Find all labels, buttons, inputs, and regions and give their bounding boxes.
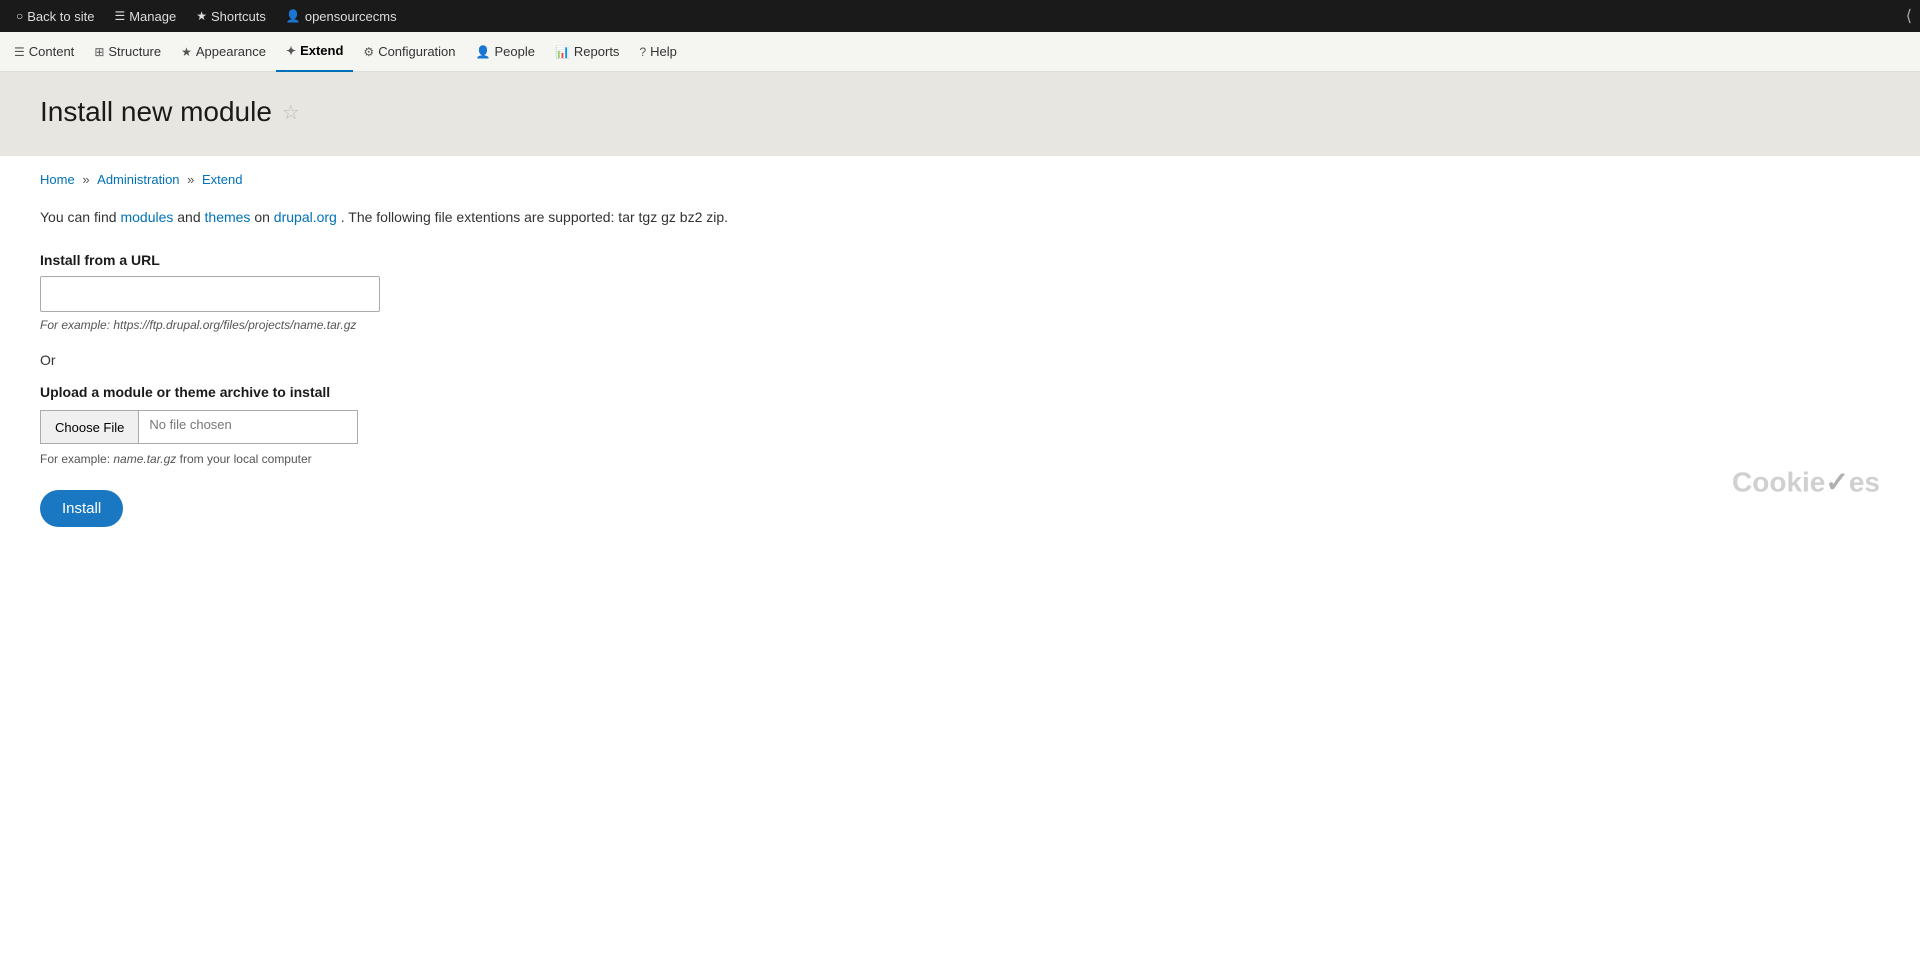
install-button[interactable]: Install — [40, 490, 123, 527]
nav-extend[interactable]: ✦ Extend — [276, 32, 353, 72]
page-title-text: Install new module — [40, 96, 272, 128]
page-header: Install new module ☆ — [0, 72, 1920, 156]
extend-icon: ✦ — [286, 44, 296, 58]
install-url-label: Install from a URL — [40, 252, 1880, 268]
url-example-text: For example: https://ftp.drupal.org/file… — [40, 318, 1880, 332]
file-example-suffix: from your local computer — [176, 452, 311, 466]
and-text: and — [177, 209, 204, 225]
nav-people[interactable]: 👤 People — [466, 32, 545, 72]
upload-section: Upload a module or theme archive to inst… — [40, 384, 1880, 466]
manage-btn[interactable]: ☰ Manage — [106, 5, 184, 28]
choose-file-button[interactable]: Choose File — [40, 410, 138, 444]
breadcrumb-extend[interactable]: Extend — [202, 172, 242, 187]
example-url: https://ftp.drupal.org/files/projects/na… — [113, 318, 356, 332]
file-input-row: Choose File No file chosen — [40, 410, 1880, 444]
shortcuts-label: Shortcuts — [211, 9, 266, 24]
breadcrumb: Home » Administration » Extend — [0, 156, 1920, 187]
shortcuts-icon: ★ — [196, 9, 207, 23]
drupal-link[interactable]: drupal.org — [274, 209, 337, 225]
home-icon: ○ — [16, 9, 23, 23]
configuration-icon: ⚙ — [363, 45, 374, 59]
breadcrumb-separator-1: » — [82, 172, 93, 187]
user-btn[interactable]: 👤 opensourcecms — [278, 5, 405, 28]
install-url-section: Install from a URL For example: https://… — [40, 252, 1880, 332]
nav-help[interactable]: ? Help — [629, 32, 686, 72]
nav-content[interactable]: ☰ Content — [4, 32, 84, 72]
on-text: on — [254, 209, 273, 225]
shortcuts-btn[interactable]: ★ Shortcuts — [188, 5, 274, 28]
nav-appearance[interactable]: ★ Appearance — [171, 32, 276, 72]
main-content: You can find modules and themes on drupa… — [0, 187, 1920, 567]
nav-structure[interactable]: ⊞ Structure — [84, 32, 171, 72]
structure-icon: ⊞ — [94, 45, 104, 59]
or-divider: Or — [40, 352, 1880, 368]
back-to-site-label: Back to site — [27, 9, 94, 24]
example-label: For example: — [40, 318, 113, 332]
manage-icon: ☰ — [114, 9, 125, 23]
description-text-start: You can find — [40, 209, 117, 225]
appearance-icon: ★ — [181, 45, 192, 59]
admin-bar: ○ Back to site ☰ Manage ★ Shortcuts 👤 op… — [0, 0, 1920, 32]
people-icon: 👤 — [476, 45, 491, 59]
file-example-name: name.tar.gz — [113, 452, 176, 466]
breadcrumb-administration[interactable]: Administration — [97, 172, 179, 187]
user-icon: 👤 — [286, 9, 301, 23]
nav-configuration[interactable]: ⚙ Configuration — [353, 32, 465, 72]
file-name-display: No file chosen — [138, 410, 358, 444]
content-icon: ☰ — [14, 45, 25, 59]
help-icon: ? — [639, 45, 646, 59]
file-example-label: For example: — [40, 452, 113, 466]
file-example-text: For example: name.tar.gz from your local… — [40, 452, 1880, 466]
themes-link[interactable]: themes — [205, 209, 251, 225]
favorite-star-icon[interactable]: ☆ — [282, 100, 300, 125]
upload-section-label: Upload a module or theme archive to inst… — [40, 384, 1880, 400]
manage-label: Manage — [129, 9, 176, 24]
back-to-site-btn[interactable]: ○ Back to site — [8, 5, 102, 28]
breadcrumb-home[interactable]: Home — [40, 172, 75, 187]
url-input[interactable] — [40, 276, 380, 312]
admin-bar-toggle[interactable]: ⟨ — [1906, 8, 1912, 25]
page-title: Install new module ☆ — [40, 96, 1880, 128]
description-paragraph: You can find modules and themes on drupa… — [40, 207, 1880, 228]
reports-icon: 📊 — [555, 45, 570, 59]
extensions-text: . The following file extentions are supp… — [341, 209, 728, 225]
nav-bar: ☰ Content ⊞ Structure ★ Appearance ✦ Ext… — [0, 32, 1920, 72]
nav-reports[interactable]: 📊 Reports — [545, 32, 629, 72]
user-label: opensourcecms — [305, 9, 397, 24]
modules-link[interactable]: modules — [120, 209, 173, 225]
breadcrumb-separator-2: » — [187, 172, 198, 187]
